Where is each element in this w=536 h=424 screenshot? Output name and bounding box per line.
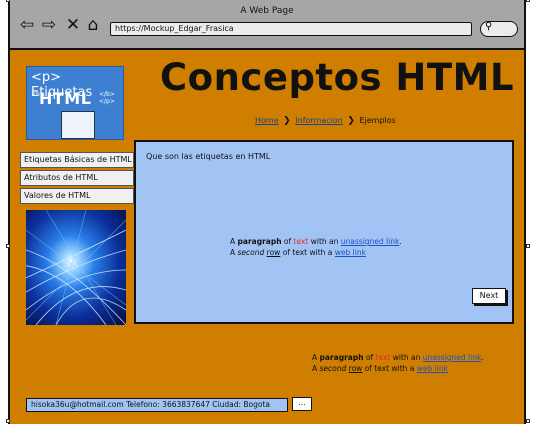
footer-more-button[interactable]: ... xyxy=(292,397,312,411)
paragraph-italic-text: second xyxy=(237,248,265,257)
content-heading: Que son las etiquetas en HTML xyxy=(146,152,271,161)
logo-line-2: HTML xyxy=(39,89,92,108)
paragraph-text: of text with a xyxy=(362,364,417,373)
breadcrumb: Home ❯ Informacion ❯ Ejemplos xyxy=(255,116,396,126)
resize-handle[interactable] xyxy=(526,419,530,423)
web-link[interactable]: web link xyxy=(335,248,366,257)
logo-right-tag: </b></p> xyxy=(99,91,115,105)
forward-arrow-icon[interactable]: ⇨ xyxy=(40,16,58,34)
paragraph-text: . xyxy=(481,353,484,362)
sample-paragraph-repeat: A paragraph of text with an unassigned l… xyxy=(312,352,484,374)
sidebar-item-atributos[interactable]: Atributos de HTML xyxy=(20,170,134,186)
browser-toolbar: A Web Page ⇦ ⇨ ✕ ⌂ https://Mockup_Edgar_… xyxy=(10,0,524,50)
chevron-right-icon: ❯ xyxy=(347,116,355,126)
html-logo-image: <p> Etiquetas <b> HTML </b></p> xyxy=(26,66,124,140)
paragraph-text: A xyxy=(312,353,320,362)
paragraph-text: A xyxy=(312,364,320,373)
network-image xyxy=(26,210,126,325)
breadcrumb-current: Ejemplos xyxy=(359,116,396,125)
resize-handle[interactable] xyxy=(526,0,530,2)
close-icon[interactable]: ✕ xyxy=(64,16,82,34)
next-button[interactable]: Next xyxy=(472,288,506,304)
paragraph-italic-text: second xyxy=(319,364,347,373)
paragraph-text: . xyxy=(399,237,402,246)
web-link[interactable]: web link xyxy=(417,364,448,373)
light-trails-graphic xyxy=(26,210,126,325)
paragraph-text: A xyxy=(230,248,238,257)
paragraph-bold-text: paragraph xyxy=(319,353,364,362)
paragraph-text: of xyxy=(363,353,376,362)
sample-paragraph: A paragraph of text with an unassigned l… xyxy=(230,236,402,258)
paragraph-bold-text: paragraph xyxy=(237,237,282,246)
search-field[interactable]: ⚲ xyxy=(480,21,518,37)
breadcrumb-informacion-link[interactable]: Informacion xyxy=(295,116,343,125)
monitor-icon xyxy=(61,111,95,139)
paragraph-text: with an xyxy=(390,353,423,362)
paragraph-text: with an xyxy=(308,237,341,246)
content-panel: Que son las etiquetas en HTML A paragrap… xyxy=(134,140,514,324)
paragraph-text: of xyxy=(281,237,294,246)
footer-contact: hisoka36u@hotmail.com Telefono: 36638376… xyxy=(26,398,288,412)
unassigned-link[interactable]: unassigned link xyxy=(341,237,400,246)
back-arrow-icon[interactable]: ⇦ xyxy=(18,16,36,34)
unassigned-link[interactable]: unassigned link xyxy=(423,353,482,362)
paragraph-text: A xyxy=(230,237,238,246)
page-title: Conceptos HTML xyxy=(160,56,515,99)
paragraph-red-text: text xyxy=(293,237,309,246)
resize-handle[interactable] xyxy=(526,244,530,248)
sidebar-nav: Etiquetas Básicas de HTML Atributos de H… xyxy=(20,152,136,206)
paragraph-text: of text with a xyxy=(280,248,335,257)
url-bar[interactable]: https://Mockup_Edgar_Frasica xyxy=(110,22,472,36)
paragraph-red-text: text xyxy=(375,353,391,362)
search-icon: ⚲ xyxy=(485,21,493,32)
web-page: <p> Etiquetas <b> HTML </b></p> Concepto… xyxy=(10,50,524,424)
sidebar-item-etiquetas[interactable]: Etiquetas Básicas de HTML xyxy=(20,152,134,168)
home-icon[interactable]: ⌂ xyxy=(84,16,102,34)
paragraph-underlined-text: row xyxy=(266,248,281,257)
paragraph-underlined-text: row xyxy=(348,364,363,373)
breadcrumb-home-link[interactable]: Home xyxy=(255,116,279,125)
chevron-right-icon: ❯ xyxy=(283,116,291,126)
sidebar-item-valores[interactable]: Valores de HTML xyxy=(20,188,134,204)
